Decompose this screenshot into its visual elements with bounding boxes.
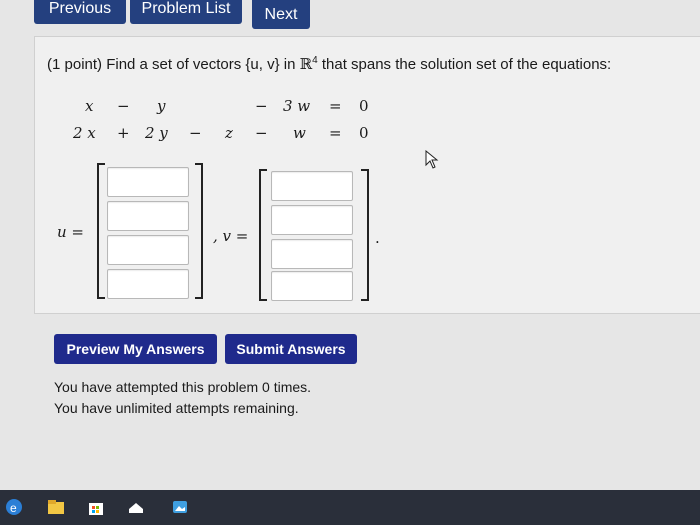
eq2-op-2: −: [189, 124, 202, 142]
u-left-bracket: [97, 163, 105, 299]
v-left-bracket: [259, 169, 267, 301]
eq2-equals: =: [329, 124, 342, 142]
v-label: , v =: [213, 227, 249, 245]
prompt-prefix: (1 point) Find a set of vectors {u, v} i…: [47, 56, 300, 73]
space-symbol: ℝ: [299, 55, 313, 73]
eq1-term-x: x: [85, 97, 94, 115]
eq2-op-3: −: [255, 124, 268, 142]
u-label: u =: [57, 223, 84, 241]
v-right-bracket: [361, 169, 369, 301]
eq2-term-z: z: [225, 124, 233, 142]
eq2-rhs: 0: [359, 124, 369, 142]
svg-text:e: e: [10, 501, 17, 515]
edge-icon[interactable]: e: [4, 497, 24, 517]
mail-icon[interactable]: [126, 497, 146, 517]
v-entry-3[interactable]: [271, 239, 353, 269]
eq1-term-w: 3 w: [283, 97, 311, 115]
eq2-term-w: w: [293, 124, 306, 142]
eq1-op-1: −: [117, 97, 130, 115]
eq2-term-y: 2 y: [145, 124, 168, 142]
eq1-term-y: y: [157, 97, 166, 115]
problem-list-button[interactable]: Problem List: [130, 0, 242, 24]
u-entry-3[interactable]: [107, 235, 189, 265]
attempts-text: You have attempted this problem 0 times.: [54, 379, 312, 395]
u-entry-4[interactable]: [107, 269, 189, 299]
eq1-equals: =: [329, 97, 342, 115]
eq1-rhs: 0: [359, 97, 369, 115]
trailing-period: .: [375, 229, 380, 247]
eq2-term-x: 2 x: [73, 124, 96, 142]
remaining-text: You have unlimited attempts remaining.: [54, 400, 299, 416]
u-right-bracket: [195, 163, 203, 299]
u-entry-2[interactable]: [107, 201, 189, 231]
store-icon[interactable]: [86, 497, 106, 517]
v-entry-1[interactable]: [271, 171, 353, 201]
preview-answers-button[interactable]: Preview My Answers: [54, 334, 217, 364]
submit-answers-button[interactable]: Submit Answers: [225, 334, 357, 364]
previous-button[interactable]: Previous: [34, 0, 126, 24]
v-entry-4[interactable]: [271, 271, 353, 301]
photos-icon[interactable]: [170, 497, 190, 517]
prompt-suffix: that spans the solution set of the equat…: [317, 56, 612, 73]
v-entry-2[interactable]: [271, 205, 353, 235]
problem-panel: (1 point) Find a set of vectors {u, v} i…: [34, 36, 700, 314]
u-entry-1[interactable]: [107, 167, 189, 197]
eq2-op-1: +: [117, 124, 130, 142]
eq1-op-3: −: [255, 97, 268, 115]
next-button[interactable]: Next: [252, 0, 310, 29]
file-explorer-icon[interactable]: [46, 497, 66, 517]
mouse-cursor-icon: [425, 150, 439, 169]
problem-prompt: (1 point) Find a set of vectors {u, v} i…: [47, 55, 611, 73]
